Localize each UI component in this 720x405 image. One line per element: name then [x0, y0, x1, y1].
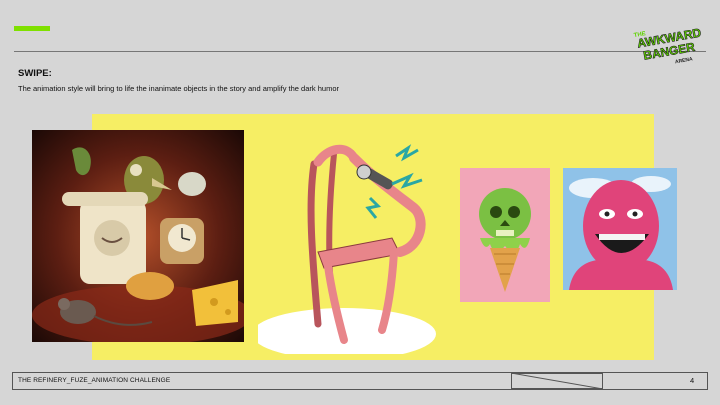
footer-diagonal-box: [511, 373, 603, 389]
footer-title: THE REFINERY_FUZE_ANIMATION CHALLENGE: [18, 377, 171, 384]
slide-subtitle: The animation style will bring to life t…: [18, 84, 339, 93]
accent-bar: [14, 26, 50, 31]
still-life-painting: [32, 130, 244, 342]
logo-text-arena: ARENA: [675, 56, 694, 65]
top-divider: [14, 51, 706, 52]
chair-with-microphone-illustration: [258, 134, 450, 354]
page-number: 4: [690, 376, 695, 385]
slide-heading: SWIPE:: [18, 68, 52, 79]
skull-ice-cream-image: [460, 168, 550, 302]
laughing-face-image: [563, 168, 677, 290]
brand-logo: THE AWKWARD BANGER ARENA: [632, 22, 708, 68]
